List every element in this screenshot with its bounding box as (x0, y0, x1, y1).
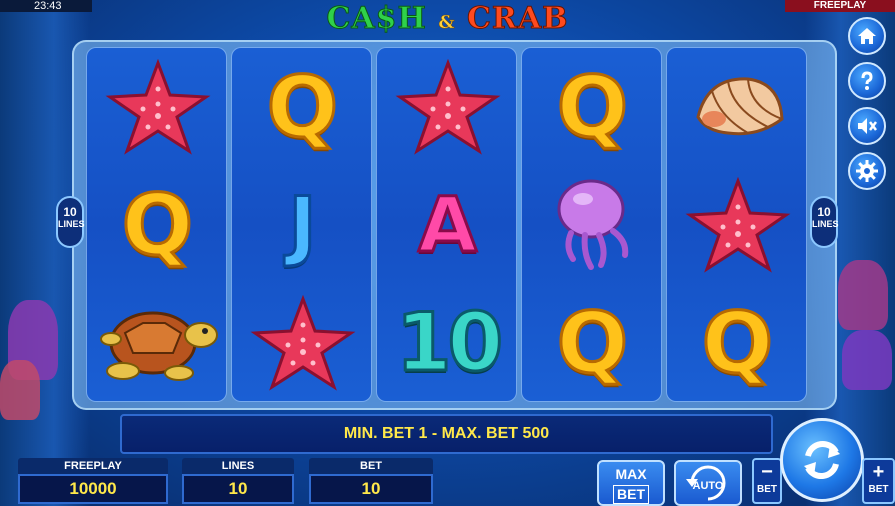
letter-symbol-text: 10 (394, 296, 504, 389)
letter-symbol-text: A (417, 180, 479, 269)
letter-symbol: Q (667, 284, 808, 402)
letter-symbol-text: Q (120, 176, 194, 274)
reel-5: Q (666, 47, 807, 402)
lines-badge-label: LINES (812, 219, 839, 229)
balance-panel: FREEPLAY 10000 (18, 458, 168, 504)
reel-3: A 10 (376, 47, 517, 402)
letter-symbol: A (377, 166, 518, 284)
bet-label: BET (309, 458, 433, 474)
letter-symbol: Q (522, 48, 663, 166)
max-bet-button[interactable]: MAX BET (597, 460, 665, 506)
settings-icon (856, 160, 878, 182)
clock: 23:43 (0, 0, 92, 12)
lines-badge-left: 10 LINES (56, 196, 85, 248)
lines-label: LINES (182, 458, 294, 474)
lines-badge-label: LINES (58, 219, 85, 229)
letter-symbol: J (232, 166, 373, 284)
letter-symbol: Q (87, 166, 228, 284)
letter-symbol-text: Q (555, 58, 629, 156)
lines-badge-number: 10 (817, 205, 831, 219)
home-button[interactable] (848, 17, 886, 55)
starfish-symbol (87, 48, 228, 166)
spin-icon (804, 440, 840, 480)
help-icon (861, 71, 873, 90)
balance-value: 10000 (18, 474, 168, 504)
logo-ampersand: & (438, 12, 456, 34)
logo-text-cash: CA$H (326, 1, 427, 37)
starfish-symbol (377, 48, 518, 166)
turtle-symbol (87, 284, 228, 402)
sound-button[interactable] (848, 107, 886, 145)
letter-symbol: Q (522, 284, 663, 402)
settings-button[interactable] (848, 152, 886, 190)
help-button[interactable] (848, 62, 886, 100)
spin-button[interactable] (780, 418, 864, 502)
lines-value[interactable]: 10 (182, 474, 294, 504)
letter-symbol: 10 (377, 284, 518, 402)
bet-increase-button[interactable]: + BET (862, 458, 895, 504)
bet-panel: BET 10 (309, 458, 433, 504)
home-icon (858, 28, 876, 44)
bet-decrease-button[interactable]: − BET (752, 458, 782, 504)
sound-muted-icon (858, 118, 877, 134)
balance-label: FREEPLAY (18, 458, 168, 474)
reel-2: QJ (231, 47, 372, 402)
autoplay-button[interactable]: AUTO (674, 460, 742, 506)
plus-icon: + (872, 461, 885, 483)
lines-badge-right: 10 LINES (810, 196, 839, 248)
lines-panel: LINES 10 (182, 458, 294, 504)
coral-decoration (0, 360, 40, 420)
lines-badge-number: 10 (63, 205, 77, 219)
bet-increase-label: BET (868, 484, 889, 495)
logo-text-crab: CRAB (467, 1, 569, 37)
starfish-symbol (667, 166, 808, 284)
coral-decoration (838, 260, 888, 330)
letter-symbol-text: Q (265, 58, 339, 156)
letter-symbol-text: J (287, 180, 318, 269)
bet-decrease-label: BET (757, 484, 777, 495)
starfish-symbol (232, 284, 373, 402)
coral-decoration (842, 330, 892, 390)
max-bet-label-line1: MAX (615, 466, 647, 482)
max-bet-label-line2: BET (613, 485, 649, 504)
bet-limits-message: MIN. BET 1 - MAX. BET 500 (120, 414, 773, 454)
jellyfish-symbol (522, 166, 663, 284)
game-logo: CA$H & CRAB (310, 0, 585, 40)
reel-1: Q (86, 47, 227, 402)
letter-symbol: Q (232, 48, 373, 166)
bet-value[interactable]: 10 (309, 474, 433, 504)
minus-icon: − (761, 461, 773, 483)
autoplay-label: AUTO (692, 480, 724, 492)
reel-4: QQ (521, 47, 662, 402)
letter-symbol-text: Q (555, 294, 629, 392)
shell-symbol (667, 48, 808, 166)
letter-symbol-text: Q (700, 294, 774, 392)
mode-tag: FREEPLAY (785, 0, 895, 12)
